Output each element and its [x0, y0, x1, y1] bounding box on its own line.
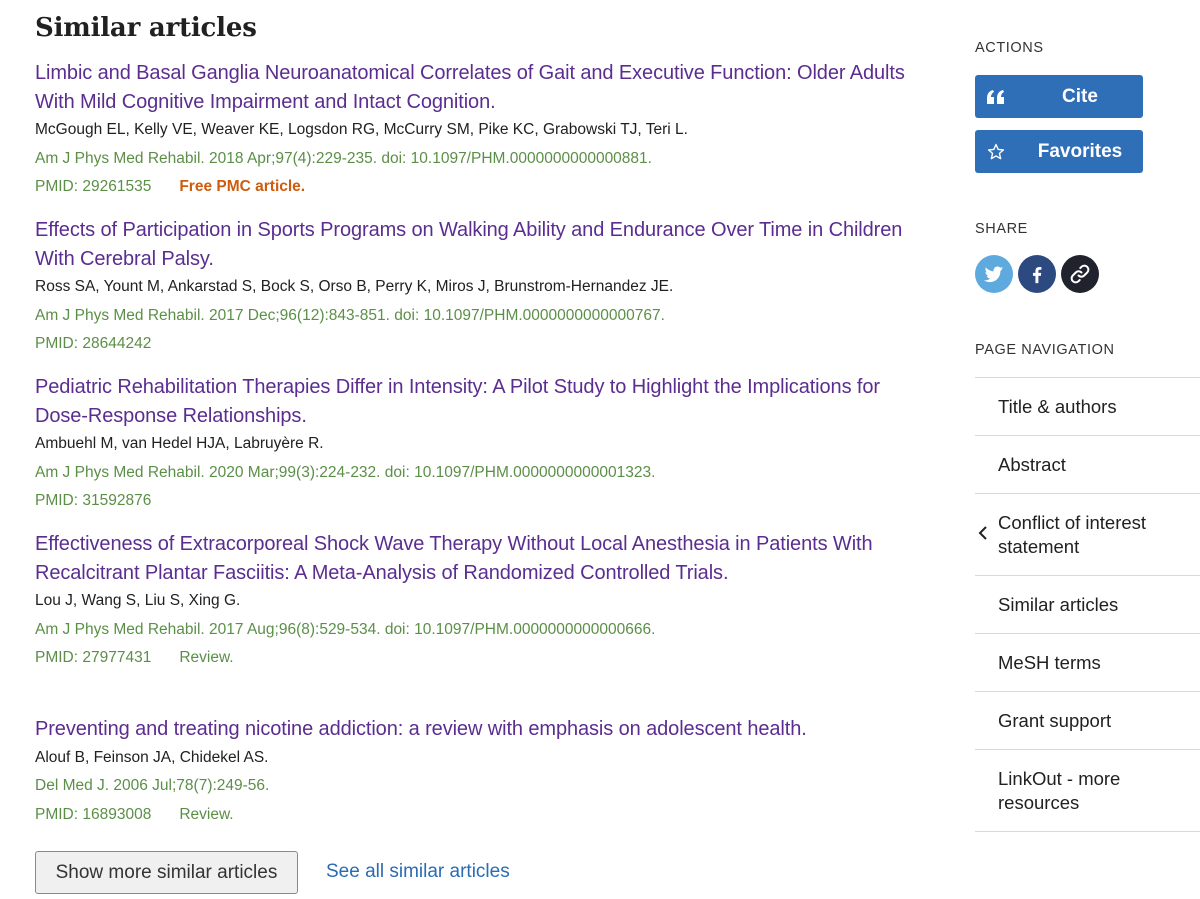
article-title-link[interactable]: Effects of Participation in Sports Progr…	[35, 216, 905, 273]
article-authors: Ambuehl M, van Hedel HJA, Labruyère R.	[35, 435, 324, 452]
cite-label: Cite	[1062, 85, 1098, 107]
nav-item-abstract[interactable]: Abstract	[975, 436, 1200, 494]
nav-item-mesh-terms[interactable]: MeSH terms	[975, 634, 1200, 692]
article-authors: Ross SA, Yount M, Ankarstad S, Bock S, O…	[35, 278, 674, 295]
nav-item-label: LinkOut - more resources	[998, 767, 1121, 813]
nav-item-label: Grant support	[998, 709, 1112, 731]
article-title-link[interactable]: Limbic and Basal Ganglia Neuroanatomical…	[35, 59, 905, 116]
page-navigation-heading: PAGE NAVIGATION	[975, 342, 1115, 358]
article-citation: Del Med J. 2006 Jul;78(7):249-56.	[35, 777, 270, 794]
link-icon[interactable]	[1061, 255, 1099, 293]
page-navigation-list: Title & authors Abstract Conflict of int…	[975, 377, 1200, 832]
article-citation: Am J Phys Med Rehabil. 2020 Mar;99(3):22…	[35, 463, 656, 481]
article-title-link[interactable]: Pediatric Rehabilitation Therapies Diffe…	[35, 373, 905, 430]
favorites-label: Favorites	[1037, 140, 1123, 162]
article-citation: Am J Phys Med Rehabil. 2017 Aug;96(8):52…	[35, 620, 656, 638]
nav-item-conflict-of-interest[interactable]: Conflict of interest statement	[975, 494, 1200, 576]
favorites-button[interactable]: Favorites	[975, 130, 1143, 173]
article-item: Effectiveness of Extracorporeal Shock Wa…	[35, 530, 905, 673]
nav-item-label: MeSH terms	[998, 651, 1101, 673]
article-meta: PMID: 29261535 Free PMC article.	[35, 173, 905, 202]
nav-item-title-authors[interactable]: Title & authors	[975, 378, 1200, 436]
article-item: Pediatric Rehabilitation Therapies Diffe…	[35, 373, 905, 516]
nav-item-label: Title & authors	[998, 395, 1117, 417]
see-all-link[interactable]: See all similar articles	[326, 861, 510, 883]
share-heading: SHARE	[975, 221, 1028, 237]
article-pmid: PMID: 16893008	[35, 805, 152, 823]
article-meta: PMID: 16893008 Review.	[35, 801, 905, 830]
quote-icon	[975, 89, 1017, 104]
article-pmid: PMID: 28644242	[35, 335, 152, 352]
share-icons	[975, 255, 1099, 293]
article-authors: McGough EL, Kelly VE, Weaver KE, Logsdon…	[35, 121, 688, 138]
section-heading: Similar articles	[35, 13, 257, 43]
nav-item-label: Similar articles	[998, 593, 1119, 615]
article-title-link[interactable]: Preventing and treating nicotine addicti…	[35, 715, 905, 744]
article-item: Limbic and Basal Ganglia Neuroanatomical…	[35, 59, 905, 202]
nav-item-label: Conflict of interest statement	[998, 511, 1147, 557]
nav-item-label: Abstract	[998, 453, 1066, 475]
article-meta: PMID: 31592876	[35, 487, 905, 516]
article-pmid: PMID: 31592876	[35, 492, 152, 509]
article-authors: Lou J, Wang S, Liu S, Xing G.	[35, 592, 241, 609]
article-authors: Alouf B, Feinson JA, Chidekel AS.	[35, 748, 269, 766]
article-pmid: PMID: 29261535	[35, 178, 152, 195]
article-item: Preventing and treating nicotine addicti…	[35, 715, 905, 829]
review-badge: Review.	[179, 649, 234, 666]
article-pmid: PMID: 27977431	[35, 649, 152, 666]
article-meta: PMID: 28644242	[35, 330, 905, 359]
article-title-link[interactable]: Effectiveness of Extracorporeal Shock Wa…	[35, 530, 905, 587]
chevron-left-icon	[977, 523, 989, 547]
twitter-icon[interactable]	[975, 255, 1013, 293]
nav-item-grant-support[interactable]: Grant support	[975, 692, 1200, 750]
article-item: Effects of Participation in Sports Progr…	[35, 216, 905, 359]
actions-heading: ACTIONS	[975, 40, 1044, 56]
review-badge: Review.	[179, 805, 234, 823]
nav-item-linkout[interactable]: LinkOut - more resources	[975, 750, 1200, 832]
star-icon	[975, 143, 1017, 161]
show-more-button[interactable]: Show more similar articles	[35, 851, 298, 894]
nav-item-similar-articles[interactable]: Similar articles	[975, 576, 1200, 634]
free-pmc-badge[interactable]: Free PMC article.	[179, 178, 305, 195]
article-meta: PMID: 27977431 Review.	[35, 644, 905, 673]
facebook-icon[interactable]	[1018, 255, 1056, 293]
cite-button[interactable]: Cite	[975, 75, 1143, 118]
article-citation: Am J Phys Med Rehabil. 2018 Apr;97(4):22…	[35, 149, 652, 167]
article-citation: Am J Phys Med Rehabil. 2017 Dec;96(12):8…	[35, 306, 665, 324]
